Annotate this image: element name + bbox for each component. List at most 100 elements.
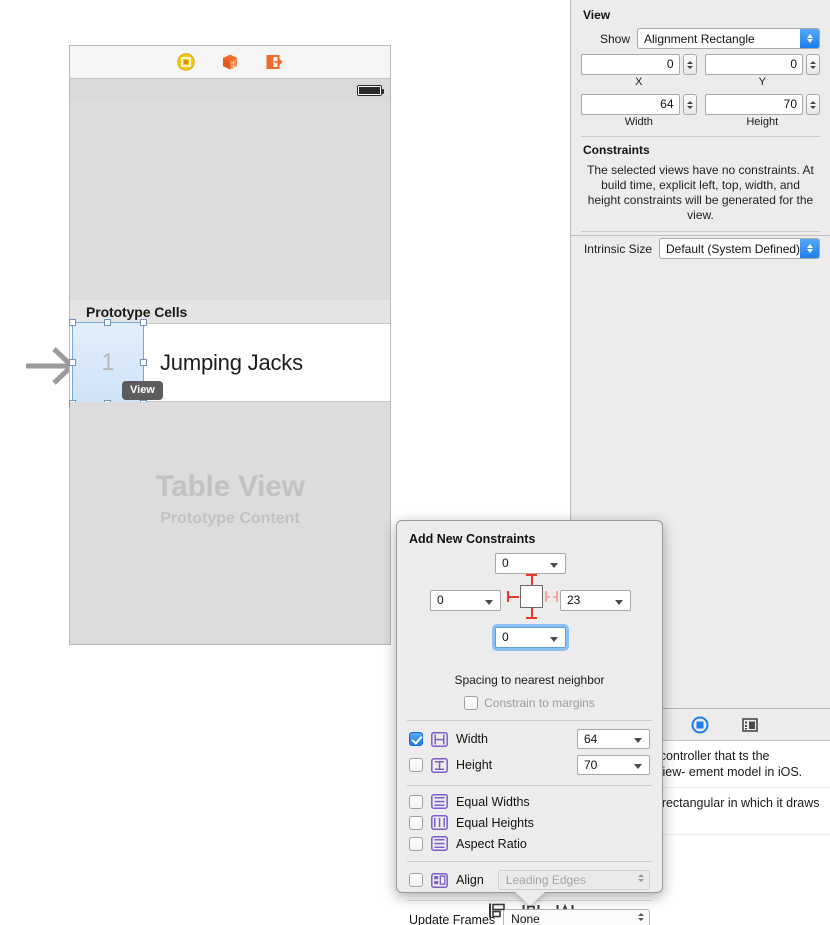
- divider: [581, 136, 820, 137]
- y-field[interactable]: 0: [704, 54, 803, 75]
- height-value-field[interactable]: 70: [577, 755, 650, 775]
- popover-tail: [514, 891, 546, 906]
- leading-spacing-value: 0: [437, 593, 444, 607]
- y-label: Y: [758, 76, 766, 88]
- show-label: Show: [599, 31, 630, 46]
- x-stepper[interactable]: [682, 54, 697, 75]
- constrain-to-margins-checkbox[interactable]: [464, 696, 479, 710]
- resize-handle-middle-left[interactable]: [69, 359, 76, 366]
- selected-view-badge: View: [122, 381, 163, 400]
- height-label: Height: [746, 116, 779, 128]
- cell-title-label: Jumping Jacks: [160, 349, 303, 375]
- top-spacing-field[interactable]: 0: [495, 553, 566, 574]
- height-value: 70: [584, 758, 598, 772]
- intrinsic-size-row: Intrinsic Size Default (System Defined): [571, 238, 830, 259]
- x-label: X: [635, 76, 643, 88]
- bottom-spacing-field[interactable]: 0: [492, 624, 569, 651]
- update-frames-popup-button[interactable]: None: [503, 909, 650, 925]
- equal-heights-checkbox[interactable]: [409, 815, 423, 830]
- view-controller-icon[interactable]: [177, 53, 195, 71]
- width-constraint-icon: [431, 731, 448, 747]
- leading-constraint-cap: [507, 591, 509, 602]
- spacing-constraints-widget[interactable]: 0 0 23 0: [397, 553, 662, 673]
- width-stepper[interactable]: [682, 94, 697, 115]
- view-controller-scene[interactable]: 1 Prototype Cells 1 Jumping Jacks Table …: [69, 45, 391, 645]
- equal-widths-row[interactable]: Equal Widths: [397, 794, 662, 809]
- aspect-ratio-icon: [431, 836, 448, 851]
- height-checkbox[interactable]: [409, 758, 423, 772]
- height-constraint-row[interactable]: Height 70: [397, 755, 662, 775]
- top-constraint-cap: [526, 574, 537, 576]
- intrinsic-size-label: Intrinsic Size: [583, 241, 652, 256]
- equal-heights-label: Equal Heights: [456, 815, 534, 830]
- width-label: Width: [624, 116, 653, 128]
- show-popup-button[interactable]: Alignment Rectangle: [637, 28, 820, 49]
- show-row: Show Alignment Rectangle: [571, 28, 830, 49]
- size-fields-row: 64 Width 70 Height: [571, 94, 830, 128]
- resize-handle-top-right[interactable]: [140, 319, 147, 326]
- width-label: Width: [456, 732, 488, 746]
- x-field-group: 0 X: [581, 54, 697, 88]
- align-icon: [431, 872, 448, 888]
- trailing-constraint-cap-right: [556, 591, 558, 602]
- chevron-updown-icon: [800, 239, 819, 258]
- table-view-placeholder-title: Table View: [155, 470, 305, 503]
- table-view-upper-area[interactable]: [70, 100, 390, 300]
- scene-dock[interactable]: 1: [70, 46, 390, 79]
- divider-2: [581, 231, 820, 232]
- aspect-ratio-row[interactable]: Aspect Ratio: [397, 836, 662, 851]
- constraints-section-title: Constraints: [583, 143, 650, 157]
- update-frames-row[interactable]: Update Frames None: [397, 909, 662, 925]
- exit-icon[interactable]: [265, 53, 283, 71]
- align-value: Leading Edges: [505, 873, 586, 887]
- equal-widths-checkbox[interactable]: [409, 794, 423, 809]
- constrain-to-margins-label: Constrain to margins: [484, 696, 595, 710]
- constrain-to-margins-row[interactable]: Constrain to margins: [397, 696, 662, 710]
- height-stepper[interactable]: [806, 94, 820, 115]
- bottom-constraint-cap: [526, 617, 537, 619]
- width-checkbox[interactable]: [409, 732, 423, 746]
- y-stepper[interactable]: [806, 54, 820, 75]
- update-frames-label: Update Frames: [409, 912, 496, 925]
- update-frames-value: None: [511, 912, 540, 925]
- align-checkbox[interactable]: [409, 873, 423, 887]
- resize-handle-top-center[interactable]: [104, 319, 111, 326]
- height-label: Height: [456, 758, 493, 772]
- chevron-down-icon: [634, 764, 642, 769]
- table-view-placeholder: Table View Prototype Content: [70, 470, 390, 528]
- y-field-group: 0 Y: [704, 54, 820, 88]
- resize-handle-middle-right[interactable]: [140, 359, 147, 366]
- divider-2: [407, 785, 652, 786]
- chevron-down-icon: [550, 563, 558, 568]
- intrinsic-size-popup-button[interactable]: Default (System Defined): [659, 238, 820, 259]
- x-field[interactable]: 0: [581, 54, 680, 75]
- table-view-lower-area[interactable]: Table View Prototype Content: [70, 402, 390, 644]
- width-value-field[interactable]: 64: [577, 729, 650, 749]
- intrinsic-size-value: Default (System Defined): [666, 241, 801, 256]
- prototype-cells-label: Prototype Cells: [86, 303, 188, 320]
- align-popup-button[interactable]: Leading Edges: [497, 870, 650, 890]
- width-field-group: 64 Width: [581, 94, 697, 128]
- add-new-constraints-popover[interactable]: Add New Constraints 0 0 23 0 Spacing to …: [396, 520, 663, 925]
- first-responder-icon[interactable]: 1: [221, 53, 239, 71]
- trailing-constraint-cap-left: [545, 591, 547, 602]
- leading-spacing-field[interactable]: 0: [430, 590, 501, 611]
- object-library-icon[interactable]: [690, 715, 710, 735]
- equal-heights-row[interactable]: Equal Heights: [397, 815, 662, 830]
- resize-handle-top-left[interactable]: [69, 319, 76, 326]
- view-size-section: View Show Alignment Rectangle 0 X 0 Y 64…: [571, 0, 830, 259]
- trailing-spacing-field[interactable]: 23: [560, 590, 631, 611]
- trailing-spacing-value: 23: [567, 593, 581, 607]
- prototype-cell[interactable]: 1 Jumping Jacks: [69, 319, 390, 407]
- height-field[interactable]: 70: [704, 94, 803, 115]
- media-library-icon[interactable]: [740, 715, 760, 735]
- chevron-down-icon: [485, 600, 493, 605]
- chevron-down-icon: [615, 600, 623, 605]
- width-constraint-row[interactable]: Width 64: [397, 729, 662, 749]
- simulated-status-bar: [70, 80, 390, 100]
- aspect-ratio-checkbox[interactable]: [409, 836, 423, 851]
- width-field[interactable]: 64: [581, 94, 680, 115]
- svg-text:1: 1: [232, 62, 236, 69]
- origin-fields-row: 0 X 0 Y: [571, 54, 830, 88]
- align-row[interactable]: Align Leading Edges: [397, 870, 662, 890]
